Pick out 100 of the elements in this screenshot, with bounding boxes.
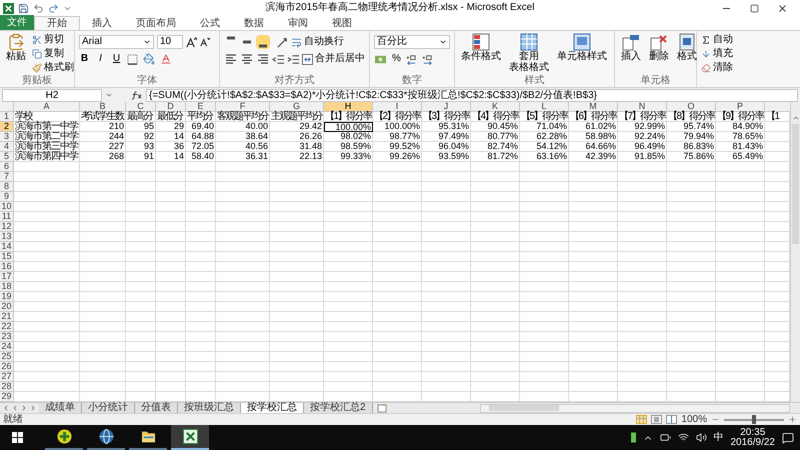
row-header[interactable]: 27 (0, 372, 14, 382)
column-header[interactable]: K (471, 102, 520, 112)
increase-decimal-icon[interactable] (406, 54, 417, 64)
scrollbar-thumb[interactable] (489, 405, 559, 411)
format-as-table-button[interactable]: 套用 表格格式 (507, 33, 551, 76)
shrink-font-icon[interactable] (200, 37, 210, 47)
sheet-tab[interactable]: 小分统计 (82, 402, 135, 414)
paste-button[interactable]: 粘贴 (4, 33, 28, 76)
cell-styles-button[interactable]: 单元格样式 (555, 33, 609, 76)
fill-button[interactable]: 填充 (701, 47, 796, 61)
column-header[interactable]: O (667, 102, 716, 112)
row-header[interactable]: 15 (0, 252, 14, 262)
column-header[interactable]: F (216, 102, 270, 112)
sheet-tab[interactable]: 成绩单 (39, 402, 82, 414)
row-header[interactable]: 25 (0, 352, 14, 362)
autosum-button[interactable]: 自动 (701, 33, 796, 47)
increase-indent-icon[interactable] (287, 52, 300, 66)
column-header[interactable]: E (186, 102, 216, 112)
close-icon[interactable] (777, 2, 788, 14)
function-icon[interactable] (130, 90, 143, 100)
page-break-icon[interactable] (666, 415, 678, 424)
row-header[interactable]: 11 (0, 212, 14, 222)
row-header[interactable]: 13 (0, 232, 14, 242)
row-header[interactable]: 10 (0, 202, 14, 212)
sheet-tab[interactable]: 按学校汇总2 (304, 402, 373, 414)
scroll-up-icon[interactable] (792, 114, 800, 122)
row-header[interactable]: 16 (0, 262, 14, 272)
row-header[interactable]: 9 (0, 192, 14, 202)
row-header[interactable]: 28 (0, 382, 14, 392)
row-header[interactable]: 19 (0, 292, 14, 302)
folder-icon[interactable] (140, 430, 156, 443)
row-header[interactable]: 7 (0, 172, 14, 182)
row-header[interactable]: 22 (0, 322, 14, 332)
bold-button[interactable]: B (79, 53, 90, 65)
number-format-field[interactable]: 百分比 (374, 35, 450, 49)
input-method-indicator[interactable]: 中 (714, 430, 724, 445)
row-header[interactable]: 14 (0, 242, 14, 252)
normal-view-icon[interactable] (636, 415, 648, 424)
column-header[interactable]: N (618, 102, 667, 112)
battery-app-icon[interactable] (630, 432, 636, 443)
column-header[interactable]: A (14, 102, 80, 112)
column-header[interactable]: G (270, 102, 324, 112)
align-center-icon[interactable] (240, 52, 254, 66)
decrease-decimal-icon[interactable] (422, 54, 433, 64)
sheet-tab[interactable]: 分值表 (135, 402, 178, 414)
align-left-icon[interactable] (224, 52, 238, 66)
delete-button[interactable]: 删除 (647, 33, 671, 76)
spreadsheet-icon[interactable] (182, 429, 198, 444)
row-header[interactable]: 24 (0, 342, 14, 352)
border-icon[interactable] (127, 54, 138, 64)
ribbon-tab[interactable]: 开始 (34, 16, 80, 30)
caret-icon[interactable] (143, 38, 151, 46)
ribbon-tab[interactable]: 插入 (80, 16, 124, 30)
row-header[interactable]: 1 (0, 112, 14, 122)
maximize-icon[interactable] (750, 4, 759, 12)
sheet-tab[interactable]: 按班级汇总 (178, 402, 241, 414)
column-header[interactable]: P (716, 102, 765, 112)
orientation-icon[interactable] (276, 36, 289, 48)
row-header[interactable]: 12 (0, 222, 14, 232)
vertical-scrollbar[interactable] (790, 102, 800, 402)
scrollbar-thumb[interactable] (792, 124, 799, 244)
column-header[interactable]: I (373, 102, 422, 112)
new-sheet-icon[interactable] (376, 404, 388, 412)
grow-font-icon[interactable] (186, 36, 197, 48)
ribbon-tab[interactable]: 页面布局 (124, 16, 188, 30)
ribbon-tab[interactable]: 视图 (320, 16, 364, 30)
spreadsheet-logo-icon[interactable] (3, 2, 14, 14)
clover-icon[interactable] (56, 429, 72, 444)
ribbon-tab[interactable]: 公式 (188, 16, 232, 30)
page-layout-icon[interactable] (651, 415, 662, 424)
conditional-format-button[interactable]: 条件格式 (459, 33, 503, 76)
ribbon-tab[interactable]: 数据 (232, 16, 276, 30)
row-header[interactable]: 2 (0, 122, 14, 132)
percent-button[interactable]: % (392, 53, 401, 65)
ribbon-tab[interactable]: 审阅 (276, 16, 320, 30)
ribbon-tab[interactable]: 文件 (0, 15, 34, 30)
column-header[interactable]: C (126, 102, 156, 112)
clear-button[interactable]: 清除 (701, 61, 796, 75)
column-header[interactable]: L (520, 102, 569, 112)
row-header[interactable]: 29 (0, 392, 14, 402)
row-header[interactable]: 23 (0, 332, 14, 342)
decrease-indent-icon[interactable] (272, 52, 285, 66)
name-box[interactable]: H2 (2, 88, 102, 102)
merge-center-button[interactable]: 合并后居中 (302, 52, 365, 66)
row-header[interactable]: 17 (0, 272, 14, 282)
zoom-slider-thumb[interactable] (752, 414, 756, 424)
font-size-field[interactable]: 10 (157, 35, 183, 49)
windows-start-icon[interactable] (12, 432, 23, 443)
row-header[interactable]: 8 (0, 182, 14, 192)
format-painter-button[interactable]: 格式刷 (32, 61, 74, 75)
insert-button[interactable]: 插入 (619, 33, 643, 76)
align-right-icon[interactable] (256, 52, 270, 66)
sheet-tab[interactable]: 按学校汇总 (241, 402, 304, 414)
row-header[interactable]: 3 (0, 132, 14, 142)
caret-icon[interactable] (439, 38, 447, 46)
row-header[interactable]: 21 (0, 312, 14, 322)
column-header[interactable]: B (80, 102, 126, 112)
horizontal-scrollbar[interactable] (480, 404, 790, 412)
globe-icon[interactable] (98, 429, 114, 444)
row-header[interactable]: 6 (0, 162, 14, 172)
